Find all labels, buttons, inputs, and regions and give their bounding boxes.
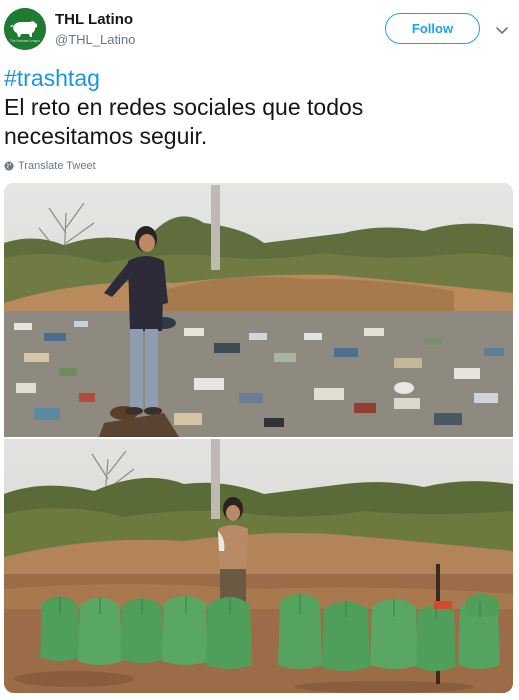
tweet-text-line-1: El reto en redes sociales que todos: [4, 94, 364, 120]
red-bag-tie: [434, 601, 452, 609]
avatar-caption: The Humane League: [10, 39, 40, 43]
before-photo[interactable]: [4, 183, 513, 437]
globe-icon: [4, 161, 14, 171]
follow-button[interactable]: Follow: [385, 13, 480, 44]
tweet-card: The Humane League THL Latino @THL_Latino…: [0, 0, 519, 700]
utility-pole: [211, 185, 220, 270]
tweet-text: #trashtag El reto en redes sociales que …: [4, 64, 509, 151]
utility-pole: [211, 439, 220, 519]
more-menu-button[interactable]: [494, 22, 510, 38]
trash-bag: [162, 596, 208, 665]
display-name[interactable]: THL Latino: [55, 11, 133, 28]
avatar[interactable]: The Humane League: [4, 8, 46, 50]
hashtag-link[interactable]: #trashtag: [4, 64, 509, 93]
pig-logo-icon: The Humane League: [4, 8, 46, 50]
trash-bag: [464, 594, 500, 617]
trash-bag: [206, 597, 252, 669]
handle[interactable]: @THL_Latino: [55, 32, 135, 47]
chevron-down-icon: [496, 27, 508, 34]
translate-tweet-link[interactable]: Translate Tweet: [4, 160, 96, 172]
translate-tweet-label: Translate Tweet: [18, 160, 96, 172]
tweet-media[interactable]: [4, 183, 513, 693]
tweet-text-line-2: necesitamos seguir.: [4, 123, 208, 149]
after-photo[interactable]: [4, 439, 513, 693]
